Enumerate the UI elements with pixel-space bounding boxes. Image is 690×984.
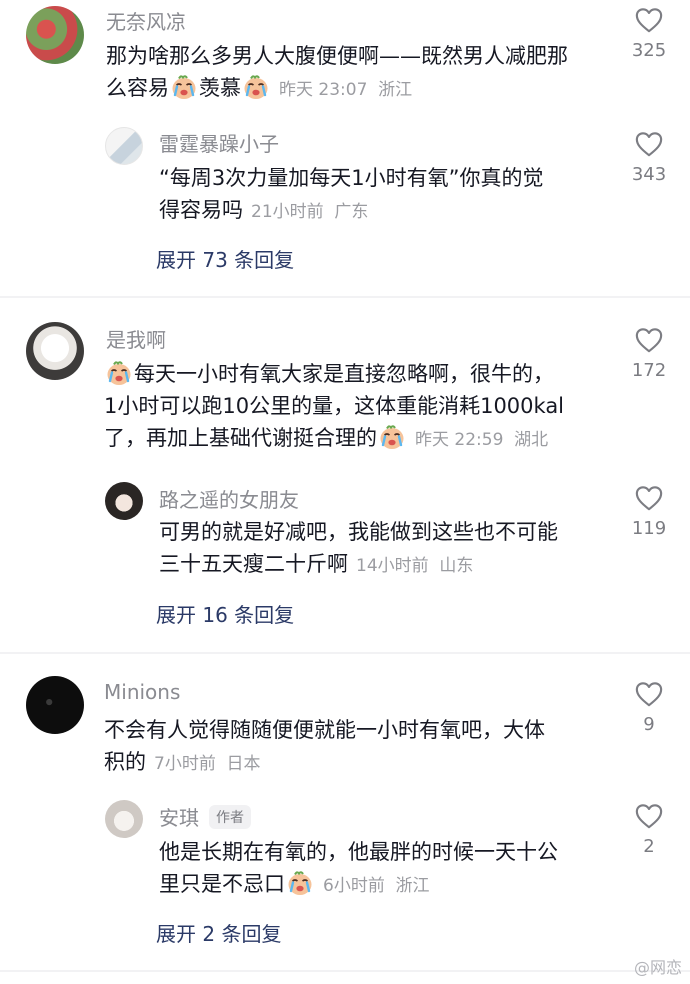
- reply-username[interactable]: 路之遥的女朋友: [159, 484, 299, 513]
- reply-avatar[interactable]: [105, 800, 143, 838]
- reply-like-button[interactable]: 119: [624, 484, 674, 539]
- reply-time: 14小时前: [356, 556, 429, 576]
- like-count: 119: [631, 518, 667, 539]
- comment-text-line: 1小时可以跑10公里的量，这体重能消耗1000kal: [104, 394, 565, 418]
- author-badge: 作者: [209, 805, 251, 829]
- reply-like-button[interactable]: 343: [624, 130, 674, 185]
- comment-text-line: 那为啥那么多男人大腹便便啊——既然男人减肥那: [106, 44, 568, 68]
- like-button[interactable]: 172: [624, 326, 674, 381]
- comment-text: 那为啥那么多男人大腹便便啊——既然男人减肥那 么容易 羡慕 昨天 23:07 浙江: [106, 40, 626, 106]
- heart-outline-icon: [634, 130, 664, 158]
- reply-text: “每周3次力量加每天1小时有氧”你真的觉 得容易吗 21小时前 广东: [159, 162, 619, 228]
- reply-text-line: 他是长期在有氧的，他最胖的时候一天十公: [159, 840, 558, 864]
- comment-username[interactable]: 是我啊: [106, 324, 166, 353]
- like-button[interactable]: 9: [624, 680, 674, 735]
- heart-outline-icon: [634, 802, 664, 830]
- reply-location: 山东: [439, 556, 474, 576]
- like-count: 172: [631, 360, 667, 381]
- comment-text-line: 么容易: [106, 76, 169, 100]
- crying-face-emoji-icon: [378, 424, 406, 450]
- comment-time: 7小时前: [154, 754, 216, 774]
- reply-avatar[interactable]: [105, 127, 143, 165]
- reply-location: 浙江: [395, 876, 430, 896]
- reply-like-button[interactable]: 2: [624, 802, 674, 857]
- avatar[interactable]: [26, 6, 84, 64]
- like-count: 2: [643, 836, 655, 857]
- reply-time: 6小时前: [323, 876, 385, 896]
- comment-thread: Minions 不会有人觉得随随便便就能一小时有氧吧，大体 积的 7小时前 日本 …: [0, 654, 690, 970]
- comment-text-line: 积的: [104, 750, 146, 774]
- reply-text-line: “每周3次力量加每天1小时有氧”你真的觉: [159, 166, 544, 190]
- crying-face-emoji-icon: [242, 74, 270, 100]
- like-button[interactable]: 325: [624, 6, 674, 61]
- expand-replies-link[interactable]: 展开 73 条回复: [156, 244, 294, 273]
- reply-location: 广东: [334, 202, 369, 222]
- divider: [0, 970, 690, 972]
- avatar[interactable]: [26, 322, 84, 380]
- heart-outline-icon: [634, 680, 664, 708]
- reply-text-line: 三十五天瘦二十斤啊: [159, 552, 348, 576]
- reply-text-line: 得容易吗: [159, 198, 243, 222]
- reply-avatar[interactable]: [105, 482, 143, 520]
- comment-username[interactable]: Minions: [104, 680, 180, 704]
- heart-outline-icon: [634, 6, 664, 34]
- like-count: 9: [643, 714, 655, 735]
- comment-time: 昨天 22:59: [415, 430, 504, 450]
- comment-text-line: 羡慕: [199, 76, 241, 100]
- comment-text-line: 每天一小时有氧大家是直接忽略啊，很牛的，: [134, 362, 554, 386]
- expand-replies-link[interactable]: 展开 2 条回复: [156, 918, 281, 947]
- reply-text: 可男的就是好减吧，我能做到这些也不可能 三十五天瘦二十斤啊 14小时前 山东: [159, 516, 619, 582]
- reply-text-line: 里只是不忌口: [159, 872, 285, 896]
- comment-location: 浙江: [378, 80, 413, 100]
- reply-text-line: 可男的就是好减吧，我能做到这些也不可能: [159, 520, 558, 544]
- reply-username-text: 安琪: [159, 806, 199, 830]
- comment-text: 每天一小时有氧大家是直接忽略啊，很牛的， 1小时可以跑10公里的量，这体重能消耗…: [104, 358, 624, 456]
- comment-text-line: 了，再加上基础代谢挺合理的: [104, 426, 377, 450]
- comment-thread: 无奈风凉 那为啥那么多男人大腹便便啊——既然男人减肥那 么容易 羡慕 昨天 23:0…: [0, 0, 690, 296]
- comment-text: 不会有人觉得随随便便就能一小时有氧吧，大体 积的 7小时前 日本: [104, 714, 624, 780]
- crying-face-emoji-icon: [105, 360, 133, 386]
- comment-location: 湖北: [514, 430, 549, 450]
- reply-username[interactable]: 雷霆暴躁小子: [159, 128, 279, 157]
- reply-text: 他是长期在有氧的，他最胖的时候一天十公 里只是不忌口 6小时前 浙江: [159, 836, 619, 902]
- comment-thread: 是我啊 每天一小时有氧大家是直接忽略啊，很牛的， 1小时可以跑10公里的量，这体…: [0, 298, 690, 652]
- reply-time: 21小时前: [251, 202, 324, 222]
- heart-outline-icon: [634, 326, 664, 354]
- like-count: 325: [631, 40, 667, 61]
- comment-username[interactable]: 无奈风凉: [106, 6, 186, 35]
- crying-face-emoji-icon: [170, 74, 198, 100]
- reply-username[interactable]: 安琪 作者: [159, 802, 251, 831]
- comment-time: 昨天 23:07: [279, 80, 368, 100]
- avatar[interactable]: [26, 676, 84, 734]
- heart-outline-icon: [634, 484, 664, 512]
- like-count: 343: [631, 164, 667, 185]
- crying-face-emoji-icon: [286, 870, 314, 896]
- comment-location: 日本: [226, 754, 261, 774]
- comment-text-line: 不会有人觉得随随便便就能一小时有氧吧，大体: [104, 718, 545, 742]
- expand-replies-link[interactable]: 展开 16 条回复: [156, 599, 294, 628]
- watermark: @网恋: [633, 958, 682, 977]
